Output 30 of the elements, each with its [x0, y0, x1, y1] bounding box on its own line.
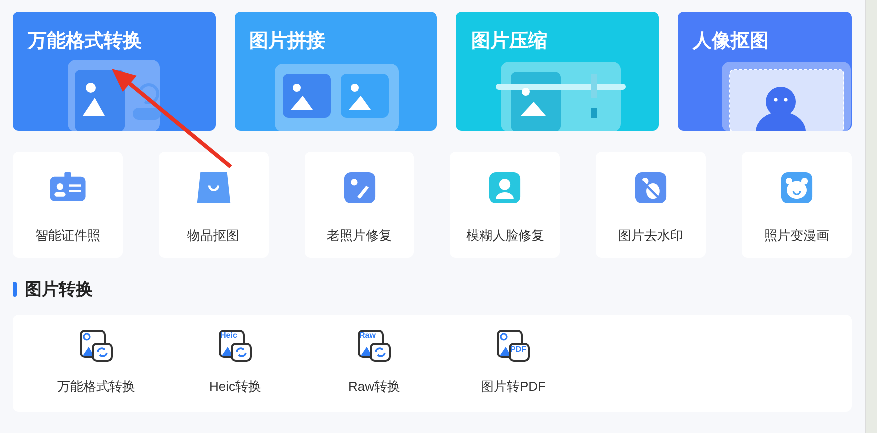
feature-card[interactable]: 万能格式转换	[13, 12, 216, 131]
card-title: 图片拼接	[250, 30, 326, 54]
tool-label: 照片变漫画	[764, 227, 830, 245]
section-title: 图片转换	[25, 279, 93, 301]
option-label: Raw转换	[348, 378, 400, 396]
tool-label: 老照片修复	[327, 227, 392, 245]
tool-label: 智能证件照	[35, 227, 100, 245]
tool-label: 图片去水印	[618, 227, 684, 245]
convert-option[interactable]: 万能格式转换	[27, 329, 166, 397]
card-title: 万能格式转换	[28, 30, 142, 54]
option-label: 万能格式转换	[58, 378, 136, 396]
format-tag: Raw	[360, 332, 376, 340]
option-label: Heic转换	[209, 378, 262, 396]
tool-tile[interactable]: 照片变漫画	[742, 152, 852, 258]
card-title: 人像抠图	[693, 30, 770, 54]
tool-tile[interactable]: 图片去水印	[596, 152, 706, 258]
convert-option[interactable]: PDF 图片转PDF	[444, 329, 583, 397]
tool-tile[interactable]: 物品抠图	[158, 152, 269, 258]
convert-option[interactable]: Heic Heic转换	[166, 329, 305, 397]
format-tag: PDF	[510, 346, 526, 354]
convert-option[interactable]: Raw Raw转换	[305, 329, 444, 397]
tool-tile[interactable]: 模糊人脸修复	[450, 152, 560, 258]
tool-tile[interactable]: 老照片修复	[304, 152, 414, 258]
tool-label: 模糊人脸修复	[466, 227, 544, 245]
feature-card[interactable]: 人像抠图	[678, 12, 852, 131]
option-label: 图片转PDF	[481, 378, 546, 396]
tool-tile[interactable]: 智能证件照	[13, 152, 123, 258]
format-tag: Heic	[220, 332, 238, 340]
tool-label: 物品抠图	[188, 227, 240, 245]
card-title: 图片压缩	[471, 30, 548, 54]
